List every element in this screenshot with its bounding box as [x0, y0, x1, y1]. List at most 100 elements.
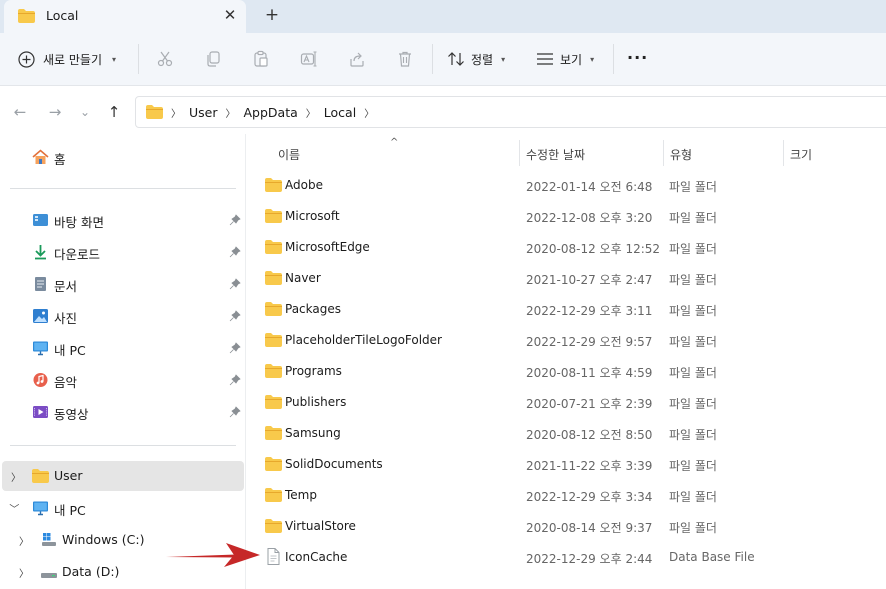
file-name[interactable]: SolidDocuments	[285, 457, 383, 471]
document-icon	[35, 277, 46, 291]
sidebar-item-music[interactable]: 음악	[0, 365, 244, 395]
chevron-right-icon[interactable]: 〉	[306, 105, 316, 120]
sidebar-item-this-pc-tree[interactable]: 〉 내 PC	[0, 493, 244, 523]
windows-drive-icon	[42, 533, 56, 546]
pin-icon[interactable]	[229, 246, 241, 258]
table-row[interactable]: PlaceholderTileLogoFolder 2022-12-29 오전 9…	[247, 325, 886, 356]
pin-icon[interactable]	[229, 278, 241, 290]
column-header-name[interactable]: 이름	[278, 142, 300, 166]
table-row[interactable]: VirtualStore 2020-08-14 오전 9:37 파일 폴더	[247, 511, 886, 542]
table-row[interactable]: SolidDocuments 2021-11-22 오후 3:39 파일 폴더	[247, 449, 886, 480]
file-type: 파일 폴더	[669, 366, 717, 380]
chevron-right-icon[interactable]: 〉	[226, 105, 236, 120]
file-name[interactable]: Publishers	[285, 395, 346, 409]
file-name[interactable]: Programs	[285, 364, 342, 378]
column-header-size[interactable]: 크기	[790, 142, 812, 166]
home-icon	[32, 149, 49, 164]
file-date: 2020-07-21 오후 2:39	[526, 397, 653, 411]
file-name[interactable]: VirtualStore	[285, 519, 356, 533]
chevron-right-icon[interactable]: 〉	[171, 105, 181, 120]
rename-icon[interactable]	[298, 48, 320, 70]
pin-icon[interactable]	[229, 342, 241, 354]
table-row[interactable]: Naver 2021-10-27 오후 2:47 파일 폴더	[247, 263, 886, 294]
table-row[interactable]: Programs 2020-08-11 오후 4:59 파일 폴더	[247, 356, 886, 387]
chevron-right-icon[interactable]: 〉	[19, 533, 29, 548]
chevron-right-icon[interactable]: 〉	[11, 469, 21, 484]
file-name[interactable]: PlaceholderTileLogoFolder	[285, 333, 442, 347]
up-button[interactable]: ↑	[105, 103, 123, 121]
chevron-right-icon[interactable]: 〉	[19, 565, 29, 580]
copy-icon[interactable]	[202, 48, 224, 70]
address-bar[interactable]: 〉 User 〉 AppData 〉 Local 〉	[135, 96, 886, 128]
column-divider[interactable]	[663, 140, 664, 166]
file-date: 2021-11-22 오후 3:39	[526, 459, 653, 473]
chevron-down-icon: ▾	[112, 54, 117, 64]
file-name[interactable]: Samsung	[285, 426, 341, 440]
back-button[interactable]: ←	[11, 103, 29, 121]
tab-local[interactable]: Local ✕	[4, 0, 246, 33]
recent-locations-button[interactable]: ⌄	[76, 103, 94, 121]
column-divider[interactable]	[519, 140, 520, 166]
column-header-date[interactable]: 수정한 날짜	[526, 142, 585, 166]
file-date: 2022-12-29 오후 3:11	[526, 304, 653, 318]
table-row[interactable]: Samsung 2020-08-12 오전 8:50 파일 폴더	[247, 418, 886, 449]
sidebar-item-label: 음악	[54, 375, 78, 390]
new-button[interactable]: 새로 만들기 ▾	[18, 47, 116, 71]
chevron-down-icon: ▾	[590, 54, 595, 64]
chevron-down-icon[interactable]: 〉	[8, 504, 23, 514]
table-row[interactable]: Adobe 2022-01-14 오전 6:48 파일 폴더	[247, 170, 886, 201]
chevron-right-icon[interactable]: 〉	[364, 105, 374, 120]
breadcrumb-local[interactable]: Local	[324, 105, 356, 120]
more-options-button[interactable]: ···	[627, 50, 648, 66]
view-label: 보기	[560, 52, 583, 67]
navigation-bar: ← → ⌄ ↑ 〉 User 〉 AppData 〉 Local 〉	[0, 86, 886, 134]
file-date: 2022-12-08 오후 3:20	[526, 211, 653, 225]
sidebar-item-home[interactable]: 홈	[0, 142, 244, 172]
cut-icon[interactable]	[154, 48, 176, 70]
table-row[interactable]: Microsoft 2022-12-08 오후 3:20 파일 폴더	[247, 201, 886, 232]
new-tab-button[interactable]: +	[262, 5, 282, 25]
pin-icon[interactable]	[229, 406, 241, 418]
sidebar-item-documents[interactable]: 문서	[0, 269, 244, 299]
sidebar-item-pictures[interactable]: 사진	[0, 301, 244, 331]
view-button[interactable]: 보기 ▾	[536, 47, 594, 71]
column-header-type[interactable]: 유형	[670, 142, 692, 166]
pin-icon[interactable]	[229, 310, 241, 322]
breadcrumb-user[interactable]: User	[189, 105, 218, 120]
forward-button[interactable]: →	[46, 103, 64, 121]
pin-icon[interactable]	[229, 214, 241, 226]
file-name[interactable]: Adobe	[285, 178, 323, 192]
sidebar-item-downloads[interactable]: 다운로드	[0, 237, 244, 267]
close-icon[interactable]: ✕	[222, 7, 238, 23]
drive-icon	[41, 573, 57, 578]
sidebar-item-user[interactable]: 〉 User	[2, 461, 244, 491]
file-date: 2020-08-11 오후 4:59	[526, 366, 653, 380]
file-name[interactable]: Naver	[285, 271, 321, 285]
file-name[interactable]: Packages	[285, 302, 341, 316]
table-row[interactable]: IconCache 2022-12-29 오후 2:44 Data Base Fil…	[247, 542, 886, 573]
share-icon[interactable]	[346, 48, 368, 70]
sidebar-item-this-pc[interactable]: 내 PC	[0, 333, 244, 363]
sidebar-item-label: 동영상	[54, 407, 89, 422]
sidebar-item-label: Windows (C:)	[62, 532, 145, 547]
sort-button[interactable]: 정렬 ▾	[447, 47, 505, 71]
table-row[interactable]: MicrosoftEdge 2020-08-12 오후 12:52 파일 폴더	[247, 232, 886, 263]
folder-icon	[265, 178, 282, 192]
table-row[interactable]: Publishers 2020-07-21 오후 2:39 파일 폴더	[247, 387, 886, 418]
sidebar-item-videos[interactable]: 동영상	[0, 397, 244, 427]
delete-icon[interactable]	[394, 48, 416, 70]
table-row[interactable]: Temp 2022-12-29 오후 3:34 파일 폴더	[247, 480, 886, 511]
pin-icon[interactable]	[229, 374, 241, 386]
file-name[interactable]: Microsoft	[285, 209, 340, 223]
table-row[interactable]: Packages 2022-12-29 오후 3:11 파일 폴더	[247, 294, 886, 325]
sidebar-item-desktop[interactable]: 바탕 화면	[0, 205, 244, 235]
paste-icon[interactable]	[250, 48, 272, 70]
file-name[interactable]: MicrosoftEdge	[285, 240, 370, 254]
file-icon	[267, 548, 280, 565]
file-type: 파일 폴더	[669, 459, 717, 473]
file-name[interactable]: IconCache	[285, 550, 347, 564]
file-name[interactable]: Temp	[285, 488, 317, 502]
sidebar-item-label: Data (D:)	[62, 564, 120, 579]
column-divider[interactable]	[783, 140, 784, 166]
breadcrumb-appdata[interactable]: AppData	[244, 105, 298, 120]
